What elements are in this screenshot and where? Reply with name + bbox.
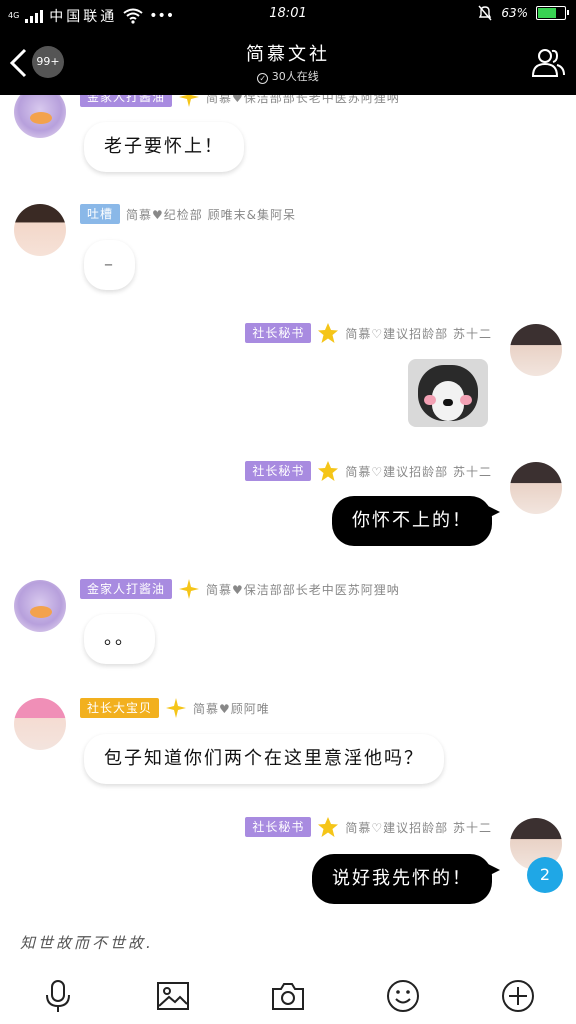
battery-icon <box>536 6 569 20</box>
avatar-beak <box>30 606 52 618</box>
star-icon <box>318 323 339 343</box>
sender-name: 简慕♥纪检部 顾唯末&集阿呆 <box>126 207 296 222</box>
check-circle-icon: ✓ <box>257 73 269 84</box>
message-bubble[interactable]: – <box>84 240 135 290</box>
member-title-tag: 金家人打酱油 <box>80 579 173 599</box>
message-meta: 社长秘书 简慕♡建议招龄部 苏十二 <box>245 816 492 838</box>
sender-name: 简慕♡建议招龄部 苏十二 <box>345 820 492 835</box>
image-icon[interactable] <box>155 978 191 1014</box>
new-message-badge[interactable]: 2 <box>527 857 563 893</box>
sender-name: 简慕♡建议招龄部 苏十二 <box>345 464 492 479</box>
battery-percent: 63% <box>501 6 528 20</box>
emoji-icon[interactable] <box>385 978 421 1014</box>
mute-bell-icon <box>478 5 492 21</box>
member-title-tag: 社长秘书 <box>245 323 312 343</box>
status-bar: 4G 中国联通 ••• 18:01 63% <box>0 0 576 30</box>
avatar[interactable] <box>14 580 66 632</box>
dog-blush-left <box>424 395 436 405</box>
member-title-tag: 吐槽 <box>80 204 121 224</box>
chat-header-top: 99+ 简慕文社 ✓ 30人在线 <box>0 30 576 95</box>
dog-nose <box>443 399 453 406</box>
member-title-tag: 社长大宝贝 <box>80 698 160 718</box>
sparkle-icon <box>179 579 200 599</box>
camera-icon[interactable] <box>270 978 306 1014</box>
status-right: 63% <box>477 5 569 21</box>
input-toolbar <box>0 968 576 1024</box>
member-title-tag: 社长秘书 <box>245 461 312 481</box>
avatar[interactable] <box>14 698 66 750</box>
message-bubble[interactable]: 老子要怀上！ <box>84 122 244 172</box>
star-icon <box>318 461 339 481</box>
avatar[interactable] <box>510 462 562 514</box>
message-bubble[interactable]: 你怀不上的！ <box>332 496 500 546</box>
message-meta: 吐槽 简慕♥纪检部 顾唯末&集阿呆 <box>80 204 296 224</box>
avatar[interactable] <box>510 324 562 376</box>
sticker-image[interactable] <box>408 359 488 427</box>
online-count: ✓ 30人在线 <box>0 68 576 84</box>
group-title: 简慕文社 <box>246 44 330 65</box>
plus-icon[interactable] <box>500 978 536 1014</box>
member-title-tag: 社长秘书 <box>245 817 312 837</box>
avatar[interactable] <box>14 204 66 256</box>
sender-name: 简慕♥顾阿唯 <box>193 701 270 716</box>
message-meta: 社长大宝贝 简慕♥顾阿唯 <box>80 697 270 719</box>
sparkle-icon <box>166 698 187 718</box>
microphone-icon[interactable] <box>40 978 76 1014</box>
avatar-beak <box>30 112 52 124</box>
message-bubble[interactable]: 包子知道你们两个在这里意淫他吗？ <box>84 734 444 784</box>
message-input[interactable]: 知世故而不世故. <box>20 932 154 953</box>
message-meta: 社长秘书 简慕♡建议招龄部 苏十二 <box>245 322 492 344</box>
sender-name: 简慕♥保洁部部长老中医苏阿狸呐 <box>206 582 400 597</box>
message-meta: 金家人打酱油 简慕♥保洁部部长老中医苏阿狸呐 <box>80 578 400 600</box>
message-meta: 社长秘书 简慕♡建议招龄部 苏十二 <box>245 460 492 482</box>
message-bubble[interactable]: 说好我先怀的！ <box>312 854 500 904</box>
dog-blush-right <box>460 395 472 405</box>
sender-name: 简慕♡建议招龄部 苏十二 <box>345 326 492 341</box>
online-count-text: 30人在线 <box>271 70 319 83</box>
star-icon <box>318 817 339 837</box>
message-bubble[interactable]: 。。 <box>84 614 155 664</box>
group-members-icon[interactable] <box>530 44 566 80</box>
